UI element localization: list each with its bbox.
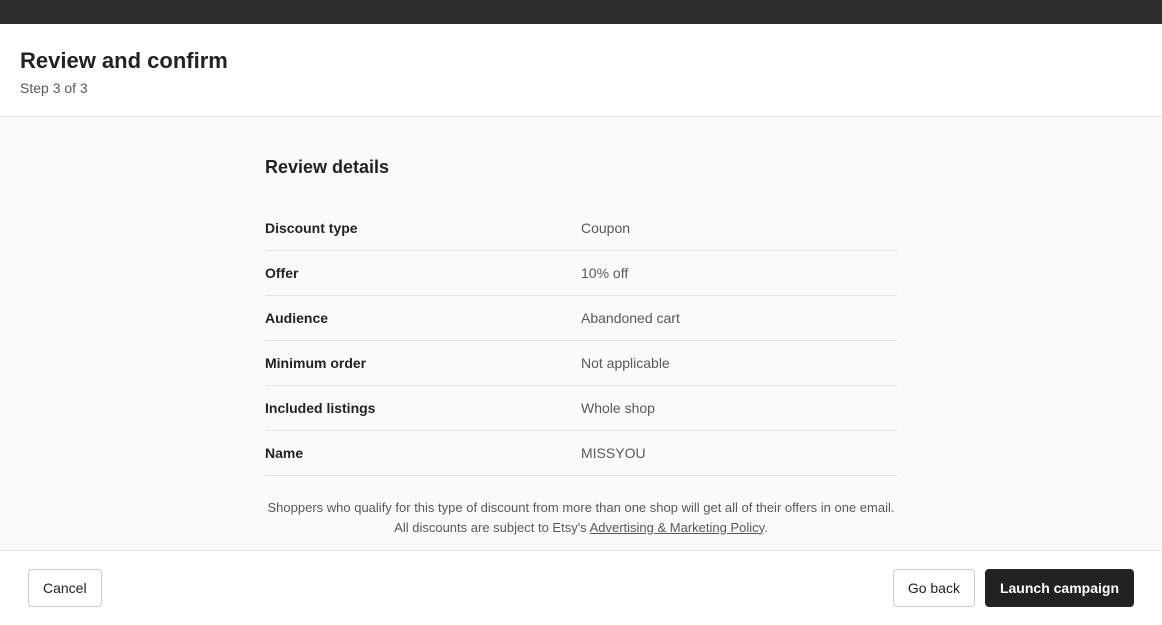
detail-label: Minimum order — [265, 355, 581, 371]
section-title: Review details — [265, 157, 897, 178]
policy-link[interactable]: Advertising & Marketing Policy — [590, 520, 765, 535]
launch-campaign-button[interactable]: Launch campaign — [985, 569, 1134, 607]
footer-right: Go back Launch campaign — [893, 569, 1134, 607]
detail-label: Offer — [265, 265, 581, 281]
detail-value: Coupon — [581, 220, 897, 236]
detail-row-included-listings: Included listings Whole shop — [265, 386, 897, 431]
disclaimer-text: Shoppers who qualify for this type of di… — [265, 498, 897, 537]
disclaimer-line1: Shoppers who qualify for this type of di… — [268, 500, 895, 515]
step-indicator: Step 3 of 3 — [20, 80, 1142, 96]
modal-header: Review and confirm Step 3 of 3 — [0, 24, 1162, 117]
detail-row-name: Name MISSYOU — [265, 431, 897, 476]
detail-label: Audience — [265, 310, 581, 326]
disclaimer-line2-suffix: . — [764, 520, 768, 535]
disclaimer-line2-prefix: All discounts are subject to Etsy's — [394, 520, 589, 535]
cancel-button[interactable]: Cancel — [28, 569, 102, 607]
detail-label: Included listings — [265, 400, 581, 416]
detail-value: Whole shop — [581, 400, 897, 416]
content-inner: Review details Discount type Coupon Offe… — [265, 157, 897, 537]
page-title: Review and confirm — [20, 48, 1142, 74]
go-back-button[interactable]: Go back — [893, 569, 975, 607]
detail-label: Discount type — [265, 220, 581, 236]
detail-row-audience: Audience Abandoned cart — [265, 296, 897, 341]
detail-value: 10% off — [581, 265, 897, 281]
top-bar-backdrop — [0, 0, 1162, 24]
detail-row-discount-type: Discount type Coupon — [265, 206, 897, 251]
detail-row-minimum-order: Minimum order Not applicable — [265, 341, 897, 386]
detail-value: Abandoned cart — [581, 310, 897, 326]
detail-value: MISSYOU — [581, 445, 897, 461]
detail-row-offer: Offer 10% off — [265, 251, 897, 296]
footer-bar: Cancel Go back Launch campaign — [0, 550, 1162, 625]
footer-left: Cancel — [28, 569, 102, 607]
detail-label: Name — [265, 445, 581, 461]
detail-value: Not applicable — [581, 355, 897, 371]
content-area: Review details Discount type Coupon Offe… — [0, 117, 1162, 597]
